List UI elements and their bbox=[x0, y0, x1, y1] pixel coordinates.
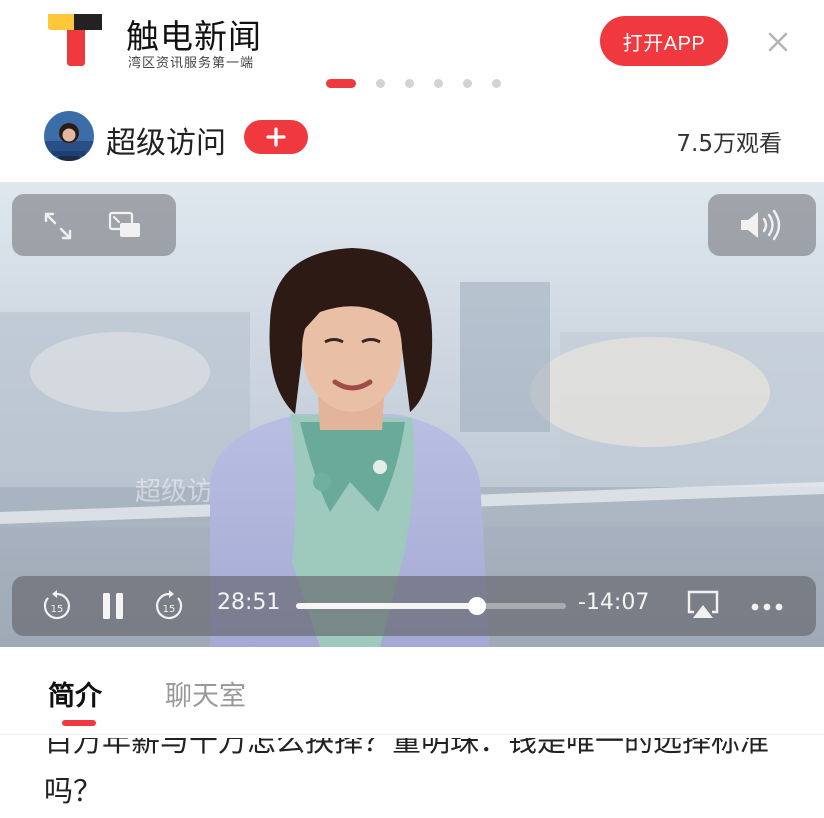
active-tab-indicator bbox=[62, 720, 96, 726]
top-right-controls bbox=[708, 194, 816, 256]
close-icon[interactable] bbox=[762, 26, 794, 58]
picture-in-picture-icon[interactable] bbox=[108, 211, 142, 241]
carousel-indicator bbox=[326, 78, 521, 88]
seek-thumb[interactable] bbox=[467, 597, 486, 615]
expand-icon[interactable] bbox=[42, 210, 74, 242]
carousel-dot[interactable] bbox=[434, 78, 443, 88]
article-intro: 百万年薪与千万怎么抉择？董明珠：钱是唯一的选择标准吗？ bbox=[44, 738, 784, 818]
skip-back-15-icon[interactable]: 15 bbox=[42, 590, 72, 622]
carousel-dot[interactable] bbox=[463, 78, 472, 88]
app-slogan: 湾区资讯服务第一端 bbox=[128, 56, 255, 71]
seek-bar[interactable] bbox=[296, 597, 566, 615]
elapsed-time: 28:51 bbox=[217, 590, 281, 615]
volume-icon[interactable] bbox=[738, 208, 786, 242]
article-title: 百万年薪与千万怎么抉择？董明珠：钱是唯一的选择标准吗？ bbox=[44, 738, 770, 808]
svg-text:15: 15 bbox=[163, 604, 176, 615]
plus-icon bbox=[266, 127, 286, 147]
playback-controls: 15 15 28:51 -14:07 bbox=[12, 576, 816, 636]
carousel-dot[interactable] bbox=[376, 78, 385, 88]
carousel-dot[interactable] bbox=[492, 78, 501, 88]
airplay-icon[interactable] bbox=[686, 590, 720, 620]
top-left-controls bbox=[12, 194, 176, 256]
remaining-time: -14:07 bbox=[578, 590, 650, 615]
app-logo-icon bbox=[48, 14, 102, 66]
tab-intro[interactable]: 简介 bbox=[48, 674, 102, 713]
pause-icon[interactable] bbox=[102, 592, 124, 620]
svg-text:15: 15 bbox=[51, 604, 64, 615]
view-count: 7.5万观看 bbox=[676, 131, 782, 157]
content-tabs: 简介 聊天室 bbox=[0, 660, 824, 732]
video-player[interactable]: 超级访问 15 15 28:51 -14:07 bbox=[0, 182, 824, 647]
channel-name[interactable]: 超级访问 bbox=[106, 118, 226, 162]
carousel-dot-active[interactable] bbox=[326, 78, 356, 88]
app-name: 触电新闻 bbox=[126, 17, 262, 56]
carousel-dot[interactable] bbox=[405, 78, 414, 88]
open-app-button[interactable]: 打开APP bbox=[600, 16, 728, 66]
skip-forward-15-icon[interactable]: 15 bbox=[154, 590, 184, 622]
app-banner: 触电新闻 湾区资讯服务第一端 打开APP bbox=[0, 0, 824, 100]
channel-row: 超级访问 7.5万观看 bbox=[0, 108, 824, 172]
more-icon[interactable] bbox=[750, 602, 784, 612]
tab-chatroom[interactable]: 聊天室 bbox=[165, 674, 246, 713]
divider bbox=[0, 734, 824, 735]
channel-avatar[interactable] bbox=[44, 111, 94, 161]
follow-button[interactable] bbox=[244, 120, 308, 154]
seek-bar-played bbox=[296, 603, 477, 609]
